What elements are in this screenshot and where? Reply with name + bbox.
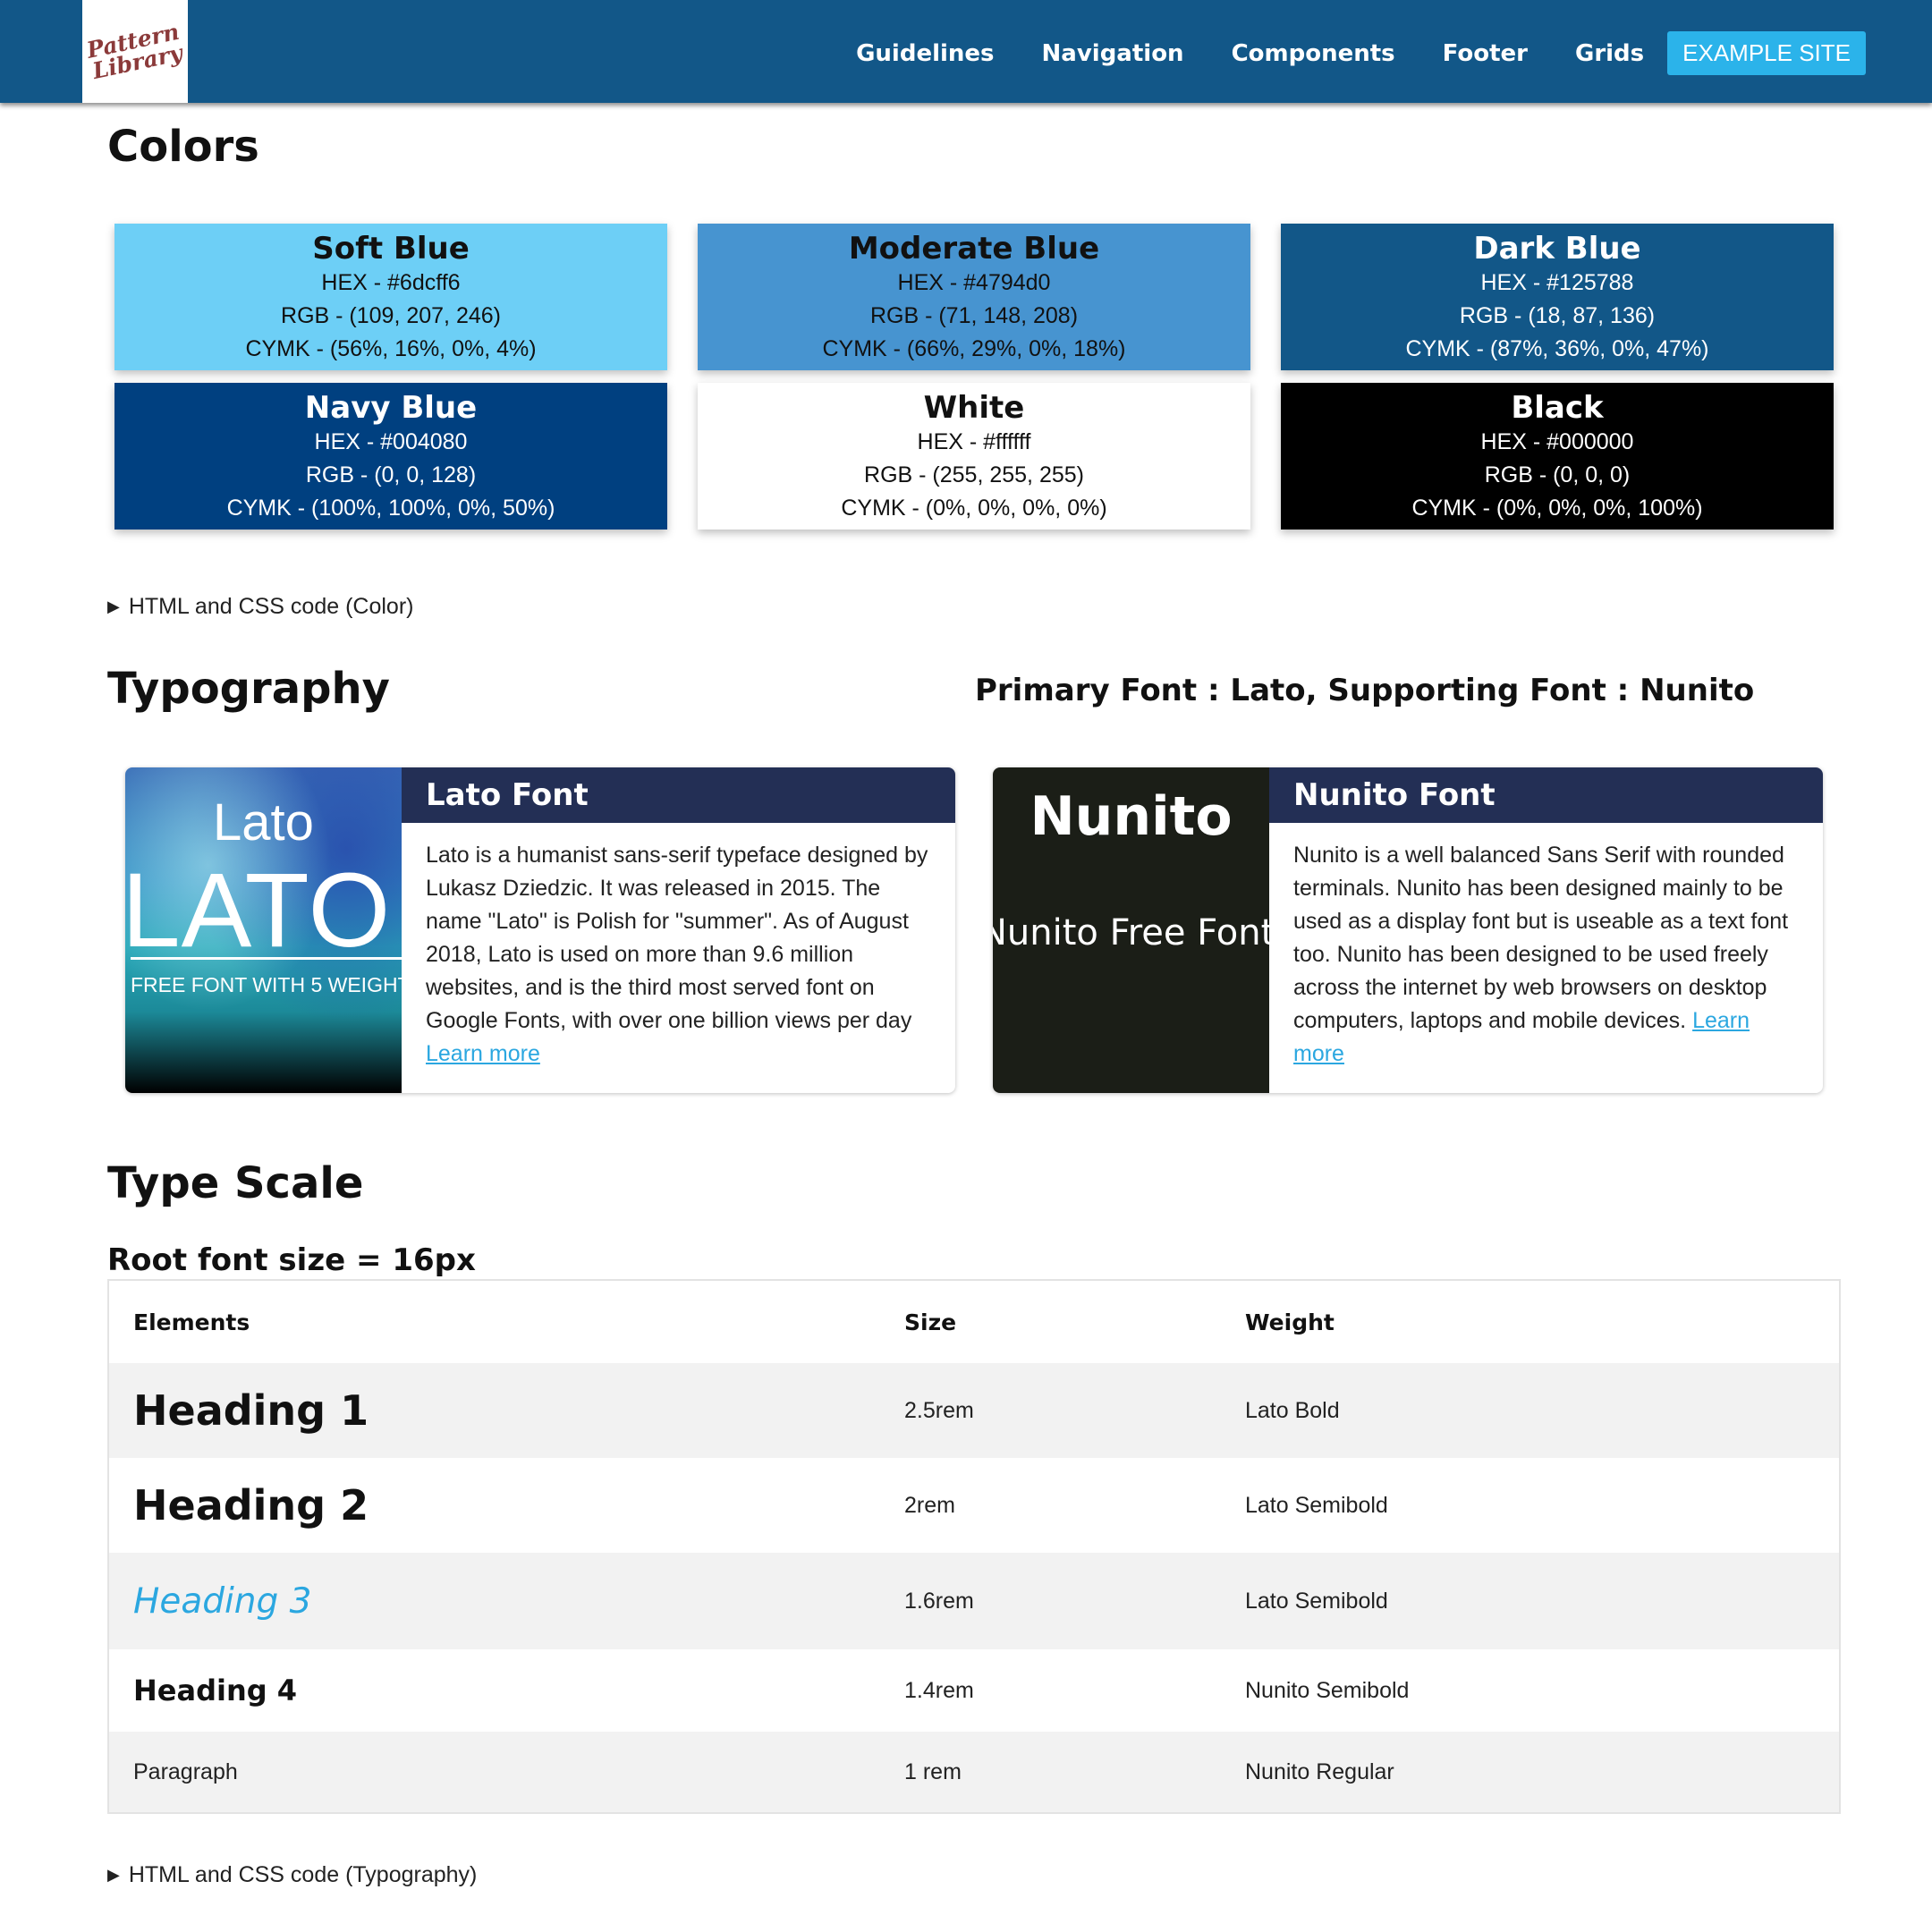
- swatch-cymk: CYMK - (66%, 29%, 0%, 18%): [822, 336, 1126, 361]
- swatch-cymk: CYMK - (87%, 36%, 0%, 47%): [1405, 336, 1709, 361]
- nav-components[interactable]: Components: [1232, 40, 1395, 67]
- colors-heading: Colors: [107, 122, 259, 172]
- element-heading-1: Heading 1: [133, 1386, 369, 1435]
- swatch-navy-blue: Navy Blue HEX - #004080 RGB - (0, 0, 128…: [114, 383, 667, 530]
- table-row: Heading 4 1.4rem Nunito Semibold: [109, 1649, 1839, 1732]
- swatch-hex: HEX - #000000: [1480, 429, 1634, 454]
- example-site-button[interactable]: EXAMPLE SITE: [1667, 31, 1866, 75]
- site-logo[interactable]: Pattern Library: [82, 0, 188, 103]
- color-code-label: HTML and CSS code (Color): [128, 594, 414, 619]
- table-row: Heading 3 1.6rem Lato Semibold: [109, 1553, 1839, 1649]
- swatch-rgb: RGB - (18, 87, 136): [1459, 303, 1656, 328]
- swatch-rgb: RGB - (255, 255, 255): [864, 462, 1084, 487]
- lato-card-body: Lato is a humanist sans-serif typeface d…: [426, 839, 936, 1071]
- swatch-name: Navy Blue: [304, 390, 478, 426]
- root-font-size: Root font size = 16px: [107, 1242, 476, 1278]
- swatch-cymk: CYMK - (0%, 0%, 0%, 100%): [1411, 496, 1703, 521]
- font-info: Primary Font : Lato, Supporting Font : N…: [975, 673, 1755, 708]
- swatch-white: White HEX - #ffffff RGB - (255, 255, 255…: [698, 383, 1250, 530]
- disclosure-triangle-icon: ▶: [107, 597, 120, 615]
- nunito-image-caption: Nunito Free Font: [993, 912, 1269, 953]
- lato-image-title: Lato: [213, 793, 314, 852]
- weight-cell: Nunito Regular: [1245, 1758, 1394, 1784]
- weight-cell: Nunito Semibold: [1245, 1677, 1410, 1703]
- lato-image-wordmark: LATO: [125, 852, 392, 970]
- table-row: Heading 2 2rem Lato Semibold: [109, 1458, 1839, 1553]
- main-nav: Guidelines Navigation Components Footer …: [809, 31, 1866, 75]
- col-header-size: Size: [904, 1309, 957, 1335]
- logo-text: Pattern Library: [84, 18, 185, 83]
- swatch-hex: HEX - #4794d0: [897, 270, 1051, 295]
- lato-card-title: Lato Font: [402, 767, 955, 823]
- swatch-name: Dark Blue: [1473, 231, 1641, 267]
- lato-font-card: Lato LATO FREE FONT WITH 5 WEIGHTS Lato …: [125, 767, 955, 1093]
- lato-image-caption: FREE FONT WITH 5 WEIGHTS: [131, 973, 402, 996]
- lato-specimen-image: Lato LATO FREE FONT WITH 5 WEIGHTS: [125, 767, 402, 1093]
- element-heading-3: Heading 3: [133, 1580, 312, 1622]
- swatch-rgb: RGB - (109, 207, 246): [281, 303, 501, 328]
- table-row: Paragraph 1 rem Nunito Regular: [109, 1732, 1839, 1812]
- size-cell: 2.5rem: [904, 1397, 974, 1423]
- swatch-rgb: RGB - (71, 148, 208): [869, 303, 1079, 328]
- weight-cell: Lato Semibold: [1245, 1492, 1388, 1518]
- top-navbar: Pattern Library Guidelines Navigation Co…: [0, 0, 1932, 103]
- disclosure-triangle-icon: ▶: [107, 1866, 120, 1884]
- lato-image-divider: [131, 957, 402, 960]
- nav-grids[interactable]: Grids: [1575, 40, 1644, 67]
- size-cell: 2rem: [904, 1492, 955, 1518]
- col-header-weight: Weight: [1245, 1309, 1335, 1335]
- nunito-image-title: Nunito: [1030, 785, 1233, 848]
- nunito-card-title: Nunito Font: [1269, 767, 1823, 823]
- swatch-cymk: CYMK - (56%, 16%, 0%, 4%): [245, 336, 537, 361]
- size-cell: 1 rem: [904, 1758, 962, 1784]
- color-code-toggle[interactable]: ▶ HTML and CSS code (Color): [107, 594, 413, 620]
- typography-code-toggle[interactable]: ▶ HTML and CSS code (Typography): [107, 1862, 477, 1888]
- type-scale-table: Elements Size Weight Heading 1 2.5rem La…: [107, 1279, 1841, 1814]
- table-row: Heading 1 2.5rem Lato Bold: [109, 1363, 1839, 1458]
- typography-code-label: HTML and CSS code (Typography): [128, 1862, 478, 1887]
- nunito-specimen-image: Nunito Nunito Free Font: [993, 767, 1269, 1093]
- nunito-card-body: Nunito is a well balanced Sans Serif wit…: [1293, 839, 1803, 1071]
- nunito-font-card: Nunito Nunito Free Font Nunito Font Nuni…: [993, 767, 1823, 1093]
- swatch-cymk: CYMK - (100%, 100%, 0%, 50%): [226, 496, 555, 521]
- swatch-black: Black HEX - #000000 RGB - (0, 0, 0) CYMK…: [1281, 383, 1834, 530]
- col-header-elements: Elements: [133, 1309, 250, 1335]
- swatch-rgb: RGB - (0, 0, 128): [305, 462, 477, 487]
- nav-navigation[interactable]: Navigation: [1042, 40, 1184, 67]
- weight-cell: Lato Semibold: [1245, 1588, 1388, 1614]
- swatch-name: White: [923, 390, 1025, 426]
- swatch-hex: HEX - #125788: [1480, 270, 1634, 295]
- swatch-hex: HEX - #6dcff6: [321, 270, 461, 295]
- swatch-moderate-blue: Moderate Blue HEX - #4794d0 RGB - (71, 1…: [698, 224, 1250, 370]
- swatch-cymk: CYMK - (0%, 0%, 0%, 0%): [841, 496, 1107, 521]
- element-paragraph: Paragraph: [133, 1758, 238, 1784]
- nav-guidelines[interactable]: Guidelines: [856, 40, 994, 67]
- table-header-row: Elements Size Weight: [109, 1281, 1839, 1363]
- lato-description: Lato is a humanist sans-serif typeface d…: [426, 843, 928, 1033]
- swatch-name: Soft Blue: [312, 231, 470, 267]
- swatch-name: Moderate Blue: [848, 231, 1100, 267]
- nunito-description: Nunito is a well balanced Sans Serif wit…: [1293, 843, 1789, 1033]
- swatch-name: Black: [1511, 390, 1604, 426]
- size-cell: 1.4rem: [904, 1677, 974, 1703]
- swatch-dark-blue: Dark Blue HEX - #125788 RGB - (18, 87, 1…: [1281, 224, 1834, 370]
- weight-cell: Lato Bold: [1245, 1397, 1340, 1423]
- type-scale-heading: Type Scale: [107, 1158, 364, 1208]
- element-heading-4: Heading 4: [133, 1674, 298, 1707]
- element-heading-2: Heading 2: [133, 1481, 369, 1530]
- nav-footer[interactable]: Footer: [1443, 40, 1528, 67]
- swatch-soft-blue: Soft Blue HEX - #6dcff6 RGB - (109, 207,…: [114, 224, 667, 370]
- swatch-hex: HEX - #ffffff: [917, 429, 1031, 454]
- lato-learn-more-link[interactable]: Learn more: [426, 1041, 540, 1066]
- size-cell: 1.6rem: [904, 1588, 974, 1614]
- typography-heading: Typography: [107, 664, 390, 714]
- swatch-hex: HEX - #004080: [314, 429, 468, 454]
- swatch-rgb: RGB - (0, 0, 0): [1484, 462, 1631, 487]
